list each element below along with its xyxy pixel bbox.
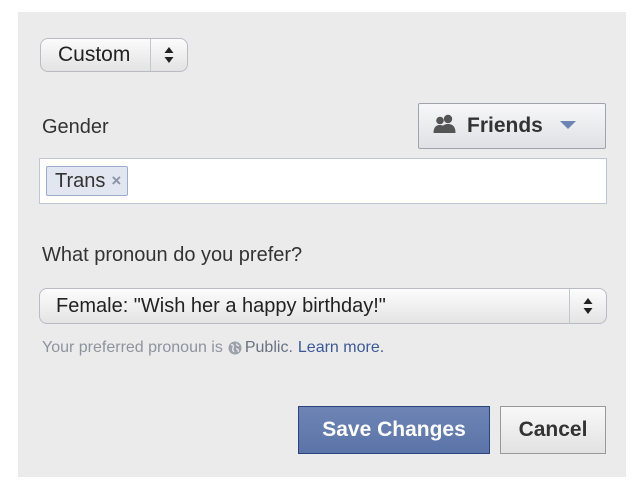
pronoun-select-value: Female: "Wish her a happy birthday!" [56, 294, 386, 317]
save-changes-button[interactable]: Save Changes [298, 406, 490, 454]
pronoun-question: What pronoun do you prefer? [42, 244, 303, 266]
cancel-button[interactable]: Cancel [500, 406, 606, 454]
custom-select-value: Custom [58, 43, 131, 66]
friends-icon [433, 114, 457, 139]
pronoun-select[interactable]: Female: "Wish her a happy birthday!" [39, 288, 607, 324]
learn-more-link[interactable]: Learn more. [298, 339, 384, 357]
custom-audience-select[interactable]: Custom [40, 38, 188, 72]
remove-token-icon[interactable]: × [111, 171, 121, 191]
gender-settings-panel: Custom Gender Friends Trans × What prono… [18, 12, 626, 477]
privacy-note-visibility: Public. [244, 339, 293, 356]
privacy-friends-button[interactable]: Friends [418, 103, 606, 149]
caret-down-icon [559, 117, 577, 135]
globe-icon [228, 341, 242, 355]
gender-token: Trans × [46, 166, 129, 196]
up-down-arrows-icon [150, 39, 187, 71]
up-down-arrows-icon [569, 289, 606, 323]
friends-label: Friends [467, 114, 543, 137]
gender-token-input[interactable]: Trans × [39, 158, 607, 204]
privacy-note-prefix: Your preferred pronoun is [42, 339, 223, 356]
gender-token-label: Trans [55, 169, 106, 192]
gender-label: Gender [42, 116, 109, 138]
pronoun-privacy-note: Your preferred pronoun is Public. Learn … [42, 339, 384, 357]
